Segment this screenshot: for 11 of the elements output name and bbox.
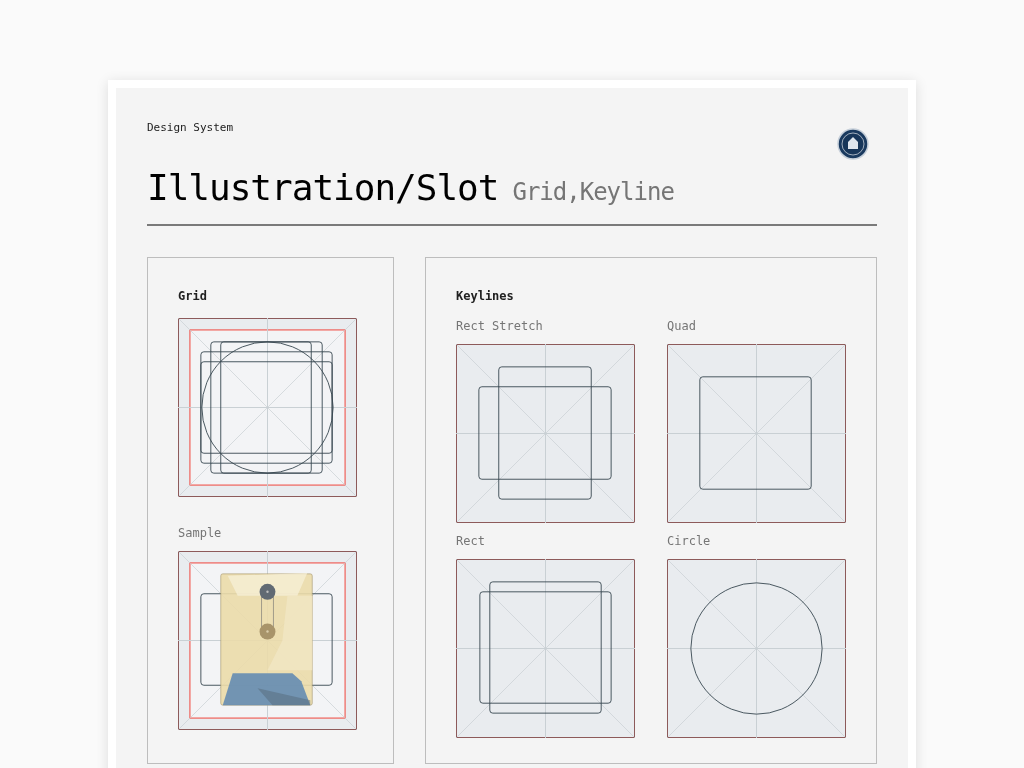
slot-label: Rect Stretch <box>456 318 544 334</box>
slot-label: Quad <box>667 318 697 334</box>
eyebrow-text: Design System <box>147 120 234 136</box>
slot-label: Rect <box>456 533 486 549</box>
slot-label: Circle <box>667 533 712 549</box>
panel-title: Grid <box>178 288 208 304</box>
slot-label: Sample <box>178 525 223 541</box>
page-subtitle: Grid,Keyline <box>512 177 674 207</box>
seal-logo-icon <box>837 128 869 160</box>
page-title: Illustration/Slot <box>147 166 499 210</box>
panel-title: Keylines <box>456 288 515 304</box>
